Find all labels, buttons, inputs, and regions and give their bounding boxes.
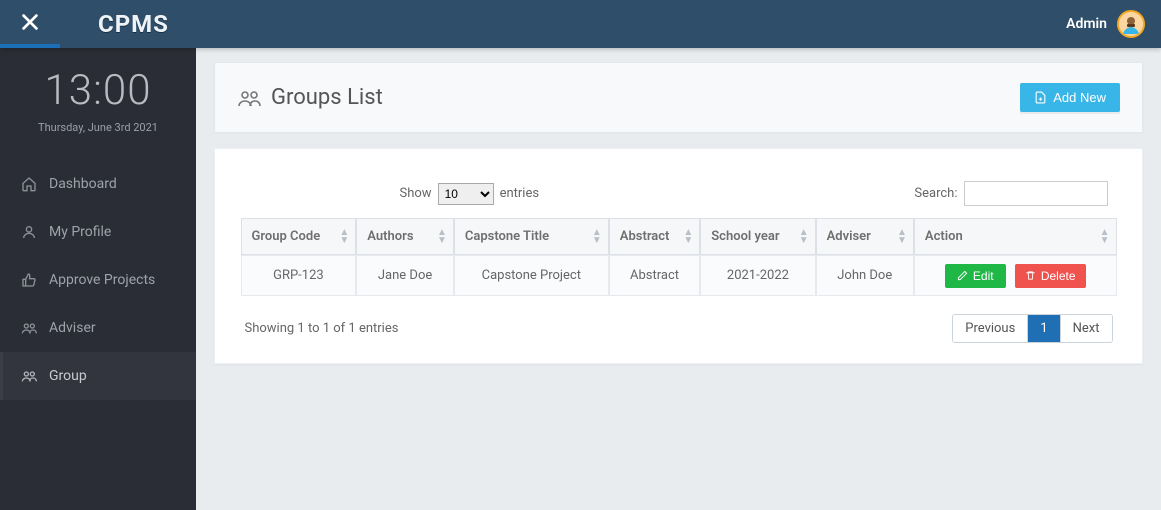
sidebar-item-my-profile[interactable]: My Profile: [0, 208, 196, 256]
col-school-year[interactable]: School year▲▼: [700, 218, 815, 255]
cell-year: 2021-2022: [700, 255, 815, 296]
cell-group-code: GRP-123: [241, 255, 357, 296]
cell-abstract: Abstract: [609, 255, 700, 296]
entries-select[interactable]: 10: [438, 183, 494, 205]
clock-date: Thursday, June 3rd 2021: [8, 121, 188, 134]
cell-authors: Jane Doe: [356, 255, 454, 296]
file-plus-icon: [1034, 91, 1047, 104]
sidebar-item-approve-projects[interactable]: Approve Projects: [0, 256, 196, 304]
sort-icon: ▲▼: [897, 229, 907, 245]
user-avatar-icon: [1119, 12, 1143, 36]
user-icon: [21, 224, 37, 240]
topbar: CPMS Admin: [0, 0, 1161, 48]
home-icon: [21, 176, 37, 192]
sidebar-item-group[interactable]: Group: [0, 352, 196, 400]
pencil-icon: [957, 270, 968, 281]
col-adviser[interactable]: Adviser▲▼: [816, 218, 914, 255]
add-button-label: Add New: [1053, 90, 1106, 105]
page-prev[interactable]: Previous: [953, 315, 1027, 342]
sidebar-item-adviser[interactable]: Adviser: [0, 304, 196, 352]
page-1[interactable]: 1: [1027, 315, 1059, 342]
menu-toggle-button[interactable]: [0, 0, 60, 48]
close-icon: [19, 11, 41, 33]
sort-icon: ▲▼: [683, 229, 693, 245]
groups-icon: [237, 86, 261, 110]
cell-adviser: John Doe: [816, 255, 914, 296]
sidebar-item-label: Dashboard: [49, 176, 117, 192]
show-suffix: entries: [500, 186, 540, 201]
col-group-code[interactable]: Group Code▲▼: [241, 218, 357, 255]
cell-title: Capstone Project: [454, 255, 609, 296]
cell-actions: Edit Delete: [914, 255, 1117, 296]
clock-time: 13:00: [8, 66, 188, 115]
sidebar-item-dashboard[interactable]: Dashboard: [0, 160, 196, 208]
trash-icon: [1025, 270, 1036, 281]
page-title: Groups List: [271, 85, 383, 110]
search-label: Search:: [914, 186, 957, 201]
sidebar-item-label: Approve Projects: [49, 272, 155, 288]
thumbs-up-icon: [21, 272, 37, 288]
col-action: Action▲▼: [914, 218, 1117, 255]
sidebar-item-label: Adviser: [49, 320, 96, 336]
groups-table: Group Code▲▼ Authors▲▼ Capstone Title▲▼ …: [241, 218, 1117, 296]
sort-icon: ▲▼: [437, 229, 447, 245]
sort-icon: ▲▼: [339, 229, 349, 245]
sidebar-item-label: Group: [49, 368, 87, 384]
sidebar-item-label: My Profile: [49, 224, 111, 240]
col-authors[interactable]: Authors▲▼: [356, 218, 454, 255]
users-icon: [21, 320, 37, 336]
page-next[interactable]: Next: [1060, 315, 1112, 342]
group-icon: [21, 368, 37, 384]
panel-body: Show 10 entries Search: Group Code▲▼ Aut…: [214, 148, 1143, 364]
edit-button[interactable]: Edit: [945, 264, 1006, 288]
table-row: GRP-123 Jane Doe Capstone Project Abstra…: [241, 255, 1117, 296]
add-new-button[interactable]: Add New: [1020, 83, 1120, 112]
main-content: Groups List Add New Show 10 entries Sear…: [196, 48, 1161, 510]
sidebar: 13:00 Thursday, June 3rd 2021 Dashboard …: [0, 48, 196, 510]
panel-header: Groups List Add New: [214, 62, 1143, 132]
entries-info: Showing 1 to 1 of 1 entries: [245, 321, 399, 336]
sort-icon: ▲▼: [799, 229, 809, 245]
pagination: Previous 1 Next: [952, 314, 1112, 343]
show-prefix: Show: [400, 186, 432, 201]
avatar[interactable]: [1117, 10, 1145, 38]
delete-button[interactable]: Delete: [1015, 264, 1086, 288]
sort-icon: ▲▼: [592, 229, 602, 245]
admin-name[interactable]: Admin: [1066, 16, 1107, 32]
brand-title: CPMS: [98, 10, 169, 38]
col-capstone-title[interactable]: Capstone Title▲▼: [454, 218, 609, 255]
sort-icon: ▲▼: [1100, 229, 1110, 245]
search-input[interactable]: [964, 181, 1108, 206]
col-abstract[interactable]: Abstract▲▼: [609, 218, 700, 255]
